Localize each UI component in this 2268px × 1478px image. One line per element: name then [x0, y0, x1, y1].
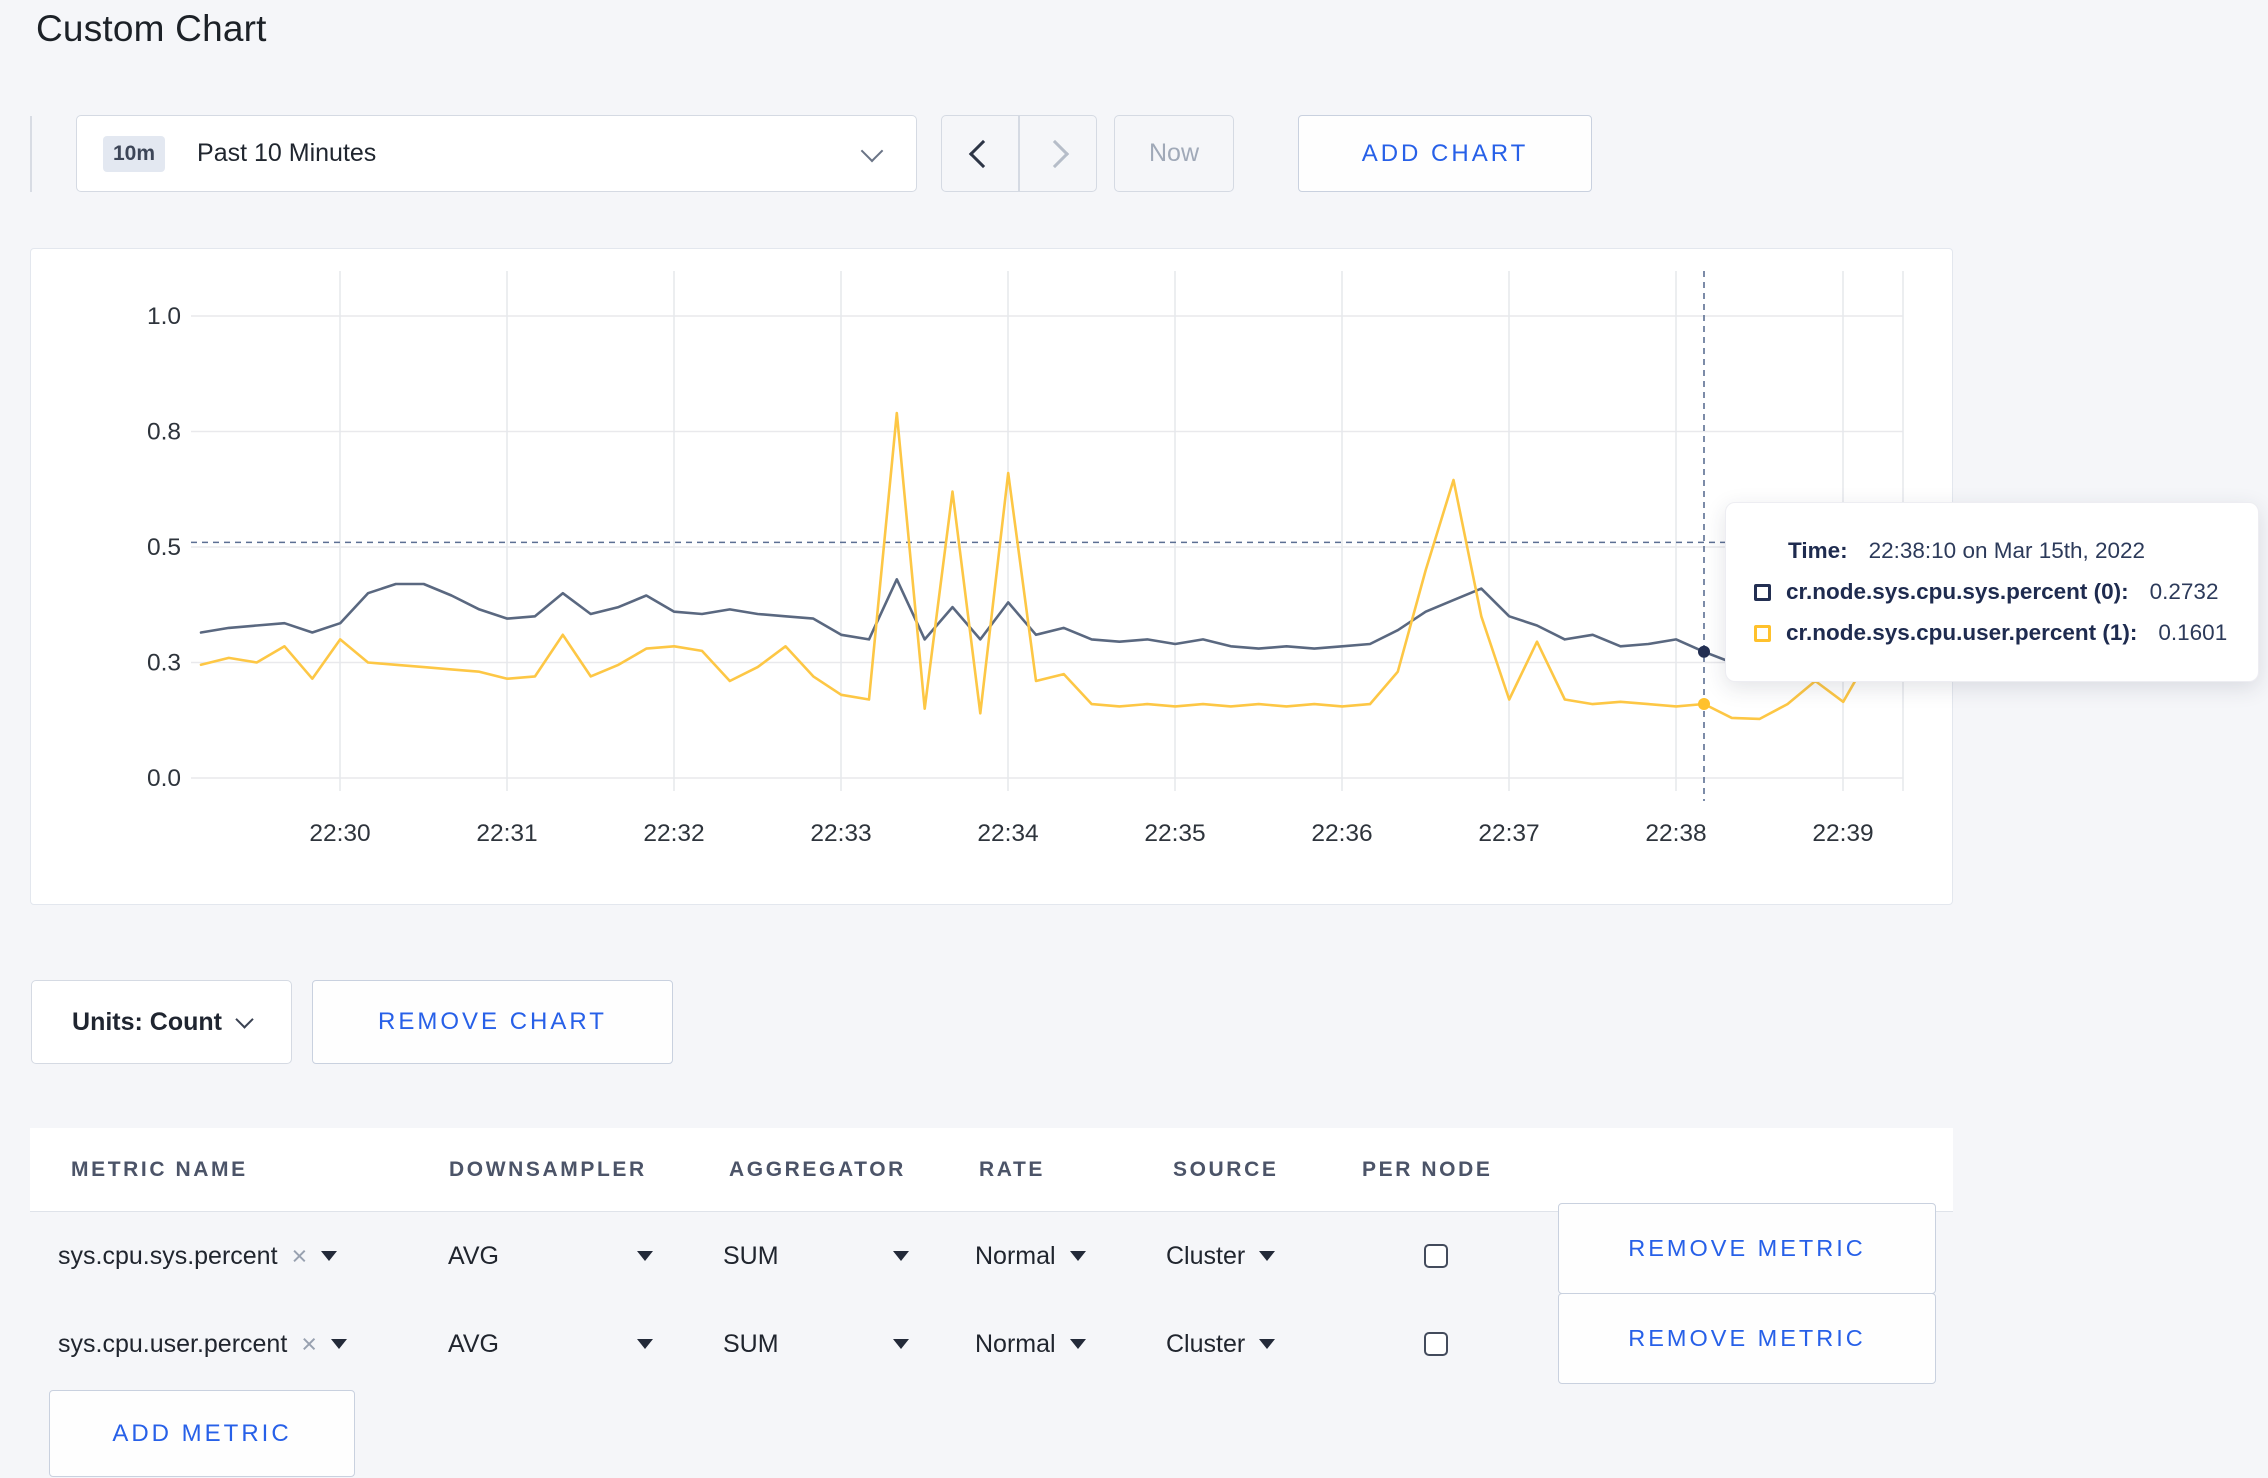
series-line-1 — [199, 411, 1901, 721]
column-header-aggregator: AGGREGATOR — [729, 1158, 906, 1181]
rate-select[interactable]: Normal — [975, 1212, 1086, 1300]
series-swatch-icon — [1754, 583, 1771, 601]
column-header-metric-name: METRIC NAME — [71, 1158, 248, 1181]
add-chart-button[interactable]: ADD CHART — [1298, 115, 1592, 192]
x-axis-tick-label: 22:39 — [1812, 820, 1873, 847]
source-select[interactable]: Cluster — [1166, 1212, 1276, 1300]
dropdown-caret-icon[interactable] — [321, 1251, 338, 1261]
time-next-button[interactable] — [1019, 115, 1097, 192]
tooltip-time-row: Time: 22:38:10 on Mar 15th, 2022 — [1788, 538, 2234, 564]
hover-point-0 — [1697, 645, 1710, 658]
aggregator-select[interactable]: SUM — [723, 1300, 779, 1388]
page-title: Custom Chart — [36, 8, 267, 49]
rate-value: Normal — [975, 1329, 1056, 1358]
time-prev-button[interactable] — [941, 115, 1019, 192]
tooltip-time-label: Time: — [1788, 538, 1848, 563]
toolbar-divider — [30, 116, 32, 192]
gridlines: 0.0 0.3 0.5 0.8 1.0 22:30 22:31 22:32 22:33 22:34… — [147, 271, 1904, 847]
x-axis-tick-label: 22:38 — [1645, 820, 1706, 847]
column-header-per-node: PER NODE — [1362, 1158, 1493, 1181]
cpu-percent-chart[interactable]: 0.0 0.3 0.5 0.8 1.0 22:30 22:31 22:32 22:33 22:34… — [31, 249, 1951, 903]
hover-point-1 — [1697, 698, 1710, 711]
chart-crosshair — [191, 271, 1903, 801]
tooltip-series-value: 0.2732 — [2149, 579, 2219, 604]
downsampler-select[interactable]: AVG — [448, 1300, 499, 1388]
units-dropdown[interactable]: Units: Count — [31, 980, 292, 1064]
units-label: Units: Count — [72, 1007, 222, 1036]
rate-value: Normal — [975, 1241, 1056, 1270]
chevron-left-icon — [968, 139, 998, 168]
y-axis-tick-label: 0.3 — [147, 650, 181, 677]
y-axis-tick-label: 1.0 — [147, 303, 181, 330]
dropdown-caret-icon — [1259, 1339, 1276, 1349]
x-axis-tick-label: 22:33 — [810, 820, 871, 847]
series-line-0 — [199, 577, 1901, 664]
tooltip-series-label: cr.node.sys.cpu.user.percent (1): — [1786, 620, 2138, 645]
metric-name-select[interactable]: sys.cpu.user.percent × — [58, 1300, 348, 1388]
x-axis-tick-label: 22:35 — [1144, 820, 1205, 847]
clear-metric-icon[interactable]: × — [292, 1242, 308, 1270]
tooltip-series-row: cr.node.sys.cpu.sys.percent (0): 0.2732 — [1754, 579, 2234, 605]
dropdown-caret-icon — [1069, 1339, 1086, 1349]
column-header-downsampler: DOWNSAMPLER — [449, 1158, 647, 1181]
dropdown-caret-icon — [1069, 1251, 1086, 1261]
source-value: Cluster — [1166, 1329, 1246, 1358]
time-range-dropdown[interactable]: 10m Past 10 Minutes — [76, 115, 917, 192]
column-header-rate: RATE — [979, 1158, 1046, 1181]
series-swatch-icon — [1754, 624, 1771, 642]
dropdown-caret-icon[interactable] — [637, 1339, 653, 1349]
tooltip-time-value: 22:38:10 on Mar 15th, 2022 — [1868, 538, 2146, 563]
x-axis-tick-label: 22:37 — [1478, 820, 1539, 847]
per-node-checkbox[interactable] — [1424, 1244, 1448, 1268]
add-metric-button[interactable]: ADD METRIC — [49, 1390, 355, 1477]
chevron-right-icon — [1040, 139, 1070, 168]
downsampler-select[interactable]: AVG — [448, 1212, 499, 1300]
chart-card: 0.0 0.3 0.5 0.8 1.0 22:30 22:31 22:32 22:33 22:34… — [30, 248, 1953, 905]
x-axis-tick-label: 22:31 — [476, 820, 537, 847]
y-axis-tick-label: 0.8 — [147, 419, 181, 446]
x-axis-tick-label: 22:32 — [643, 820, 704, 847]
tooltip-series-value: 0.1601 — [2158, 620, 2228, 645]
time-nav-group — [941, 115, 1097, 192]
column-header-source: SOURCE — [1173, 1158, 1279, 1181]
x-axis-tick-label: 22:36 — [1311, 820, 1372, 847]
y-axis-tick-label: 0.5 — [147, 534, 181, 561]
x-axis-tick-label: 22:30 — [309, 820, 370, 847]
now-button[interactable]: Now — [1114, 115, 1234, 192]
metric-name-select[interactable]: sys.cpu.sys.percent × — [58, 1212, 338, 1300]
rate-select[interactable]: Normal — [975, 1300, 1086, 1388]
tooltip-series-label: cr.node.sys.cpu.sys.percent (0): — [1786, 579, 2129, 604]
clear-metric-icon[interactable]: × — [301, 1330, 317, 1358]
remove-metric-button[interactable]: REMOVE METRIC — [1558, 1203, 1936, 1294]
source-value: Cluster — [1166, 1241, 1246, 1270]
dropdown-caret-icon — [1259, 1251, 1276, 1261]
tooltip-series-row: cr.node.sys.cpu.user.percent (1): 0.1601 — [1754, 620, 2234, 646]
x-axis-tick-label: 22:34 — [977, 820, 1038, 847]
y-axis-tick-label: 0.0 — [147, 765, 181, 792]
chevron-down-icon — [235, 1009, 254, 1029]
metrics-table-header: METRIC NAME DOWNSAMPLER AGGREGATOR RATE … — [30, 1128, 1953, 1212]
aggregator-select[interactable]: SUM — [723, 1212, 779, 1300]
source-select[interactable]: Cluster — [1166, 1300, 1276, 1388]
dropdown-caret-icon[interactable] — [893, 1251, 909, 1261]
per-node-checkbox[interactable] — [1424, 1332, 1448, 1356]
dropdown-caret-icon[interactable] — [637, 1251, 653, 1261]
metric-name-value: sys.cpu.sys.percent — [58, 1241, 278, 1270]
remove-chart-button[interactable]: REMOVE CHART — [312, 980, 673, 1064]
dropdown-caret-icon[interactable] — [893, 1339, 909, 1349]
metric-name-value: sys.cpu.user.percent — [58, 1329, 288, 1358]
time-range-label: Past 10 Minutes — [197, 139, 377, 167]
remove-metric-button[interactable]: REMOVE METRIC — [1558, 1293, 1936, 1384]
chevron-down-icon — [860, 139, 884, 162]
dropdown-caret-icon[interactable] — [331, 1339, 348, 1349]
chart-tooltip: Time: 22:38:10 on Mar 15th, 2022 cr.node… — [1725, 502, 2259, 682]
time-range-badge: 10m — [103, 135, 166, 172]
